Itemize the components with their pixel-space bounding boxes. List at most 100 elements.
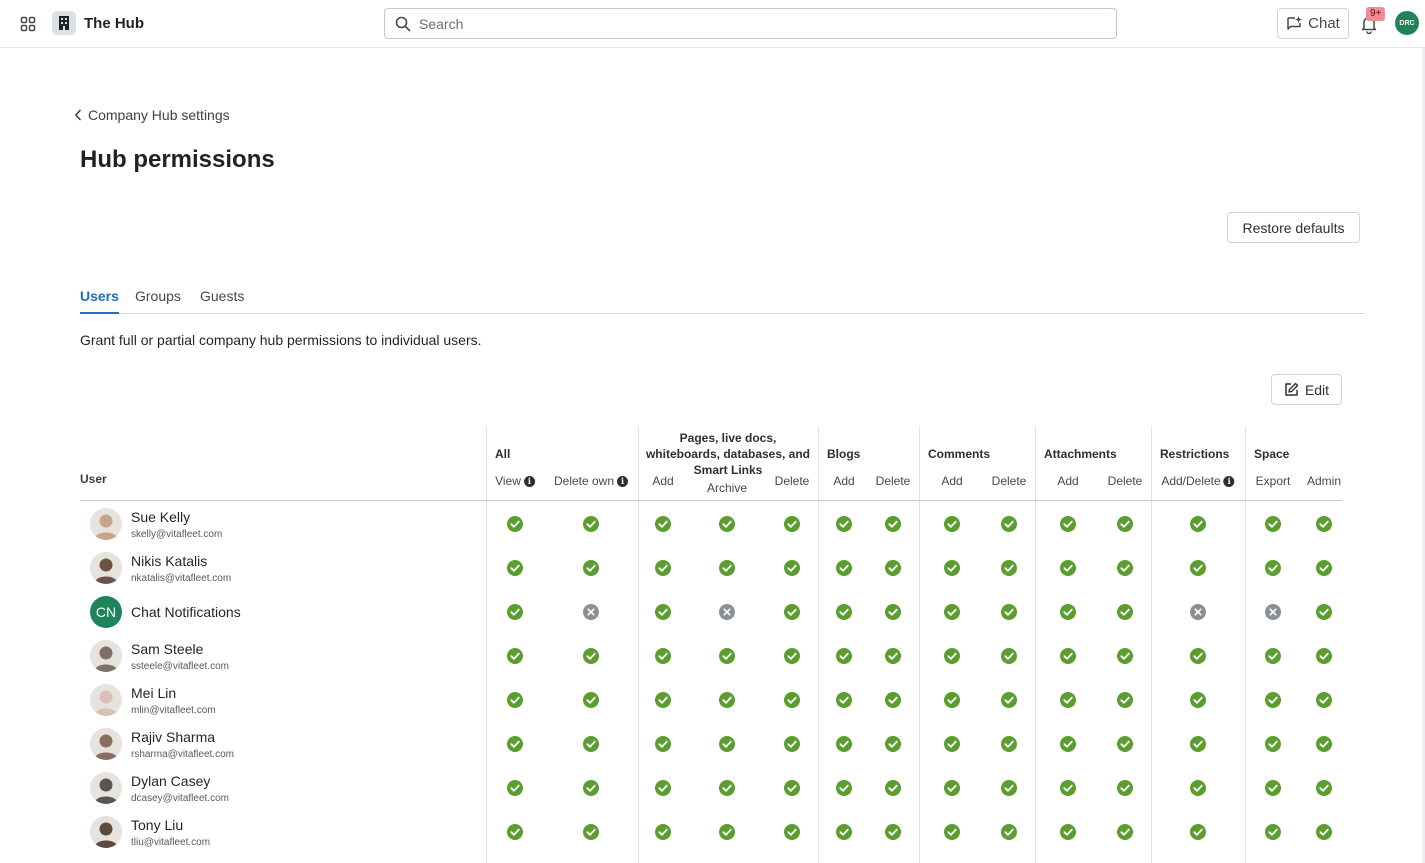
info-icon[interactable]: i	[617, 475, 629, 487]
group-header-space: Space	[1254, 447, 1290, 461]
column-header-pages-add: Add	[652, 474, 673, 488]
column-header-label: View	[495, 474, 521, 488]
check-circle-icon	[719, 824, 735, 840]
check-circle-icon	[1316, 648, 1332, 664]
check-circle-icon	[784, 516, 800, 532]
search-input[interactable]	[419, 15, 1099, 32]
profile-avatar[interactable]: DRC	[1395, 11, 1419, 35]
column-header-label: Add	[652, 474, 674, 488]
column-header-space-export: Export	[1256, 474, 1291, 488]
check-circle-icon	[1001, 604, 1017, 620]
check-circle-icon	[1190, 560, 1206, 576]
check-circle-icon	[507, 692, 523, 708]
tab-groups[interactable]: Groups	[135, 288, 181, 314]
check-circle-icon	[1117, 604, 1133, 620]
check-circle-icon	[1265, 736, 1281, 752]
user-email: mlin@vitafleet.com	[131, 705, 216, 716]
check-circle-icon	[1316, 604, 1332, 620]
user-email: tliu@vitafleet.com	[131, 837, 211, 848]
check-circle-icon	[507, 560, 523, 576]
user-name: Mei Lin	[131, 685, 177, 701]
check-circle-icon	[1001, 648, 1017, 664]
info-icon[interactable]: i	[1223, 475, 1235, 487]
check-circle-icon	[507, 780, 523, 796]
column-header-label: Delete own	[553, 474, 615, 488]
check-circle-icon	[583, 692, 599, 708]
check-circle-icon	[784, 736, 800, 752]
check-circle-icon	[1316, 560, 1332, 576]
check-circle-icon	[1265, 648, 1281, 664]
check-circle-icon	[836, 604, 852, 620]
chat-button[interactable]: Chat	[1277, 8, 1349, 39]
check-circle-icon	[885, 516, 901, 532]
back-to-settings-link[interactable]: Company Hub settings	[74, 107, 230, 123]
check-circle-icon	[1190, 736, 1206, 752]
table-row: Tony Liu tliu@vitafleet.com	[80, 810, 1342, 854]
group-header-all: All	[495, 447, 511, 461]
column-header-label: Archive	[706, 481, 748, 495]
check-circle-icon	[836, 824, 852, 840]
check-circle-icon	[583, 736, 599, 752]
check-circle-icon	[784, 824, 800, 840]
check-circle-icon	[1060, 824, 1076, 840]
brand-home-link[interactable]: The Hub	[52, 11, 144, 35]
check-circle-icon	[784, 560, 800, 576]
check-circle-icon	[719, 560, 735, 576]
column-header-delete-own: Delete own i	[553, 474, 629, 488]
check-circle-icon	[655, 516, 671, 532]
user-photo-avatar	[90, 508, 122, 540]
check-circle-icon	[1316, 736, 1332, 752]
notification-count-badge: 9+	[1366, 7, 1386, 21]
check-circle-icon	[944, 516, 960, 532]
check-circle-icon	[719, 780, 735, 796]
check-circle-icon	[944, 560, 960, 576]
check-circle-icon	[784, 692, 800, 708]
column-header-restrictions-add-delete: Add/Delete i	[1161, 474, 1235, 488]
check-circle-icon	[885, 692, 901, 708]
check-circle-icon	[944, 780, 960, 796]
table-row: Rajiv Sharma rsharma@vitafleet.com	[80, 722, 1342, 766]
check-circle-icon	[655, 780, 671, 796]
chat-compose-icon	[1287, 16, 1303, 30]
user-initials-avatar: CN	[90, 596, 122, 628]
info-icon[interactable]: i	[523, 475, 535, 487]
profile-initials: DRC	[1399, 19, 1415, 27]
tab-guests[interactable]: Guests	[200, 288, 244, 314]
check-circle-icon	[1060, 516, 1076, 532]
user-email: ssteele@vitafleet.com	[131, 661, 229, 672]
check-circle-icon	[583, 648, 599, 664]
check-circle-icon	[507, 824, 523, 840]
check-circle-icon	[719, 648, 735, 664]
user-name: Sue Kelly	[131, 509, 191, 525]
chat-label: Chat	[1308, 15, 1340, 32]
check-circle-icon	[719, 516, 735, 532]
cross-circle-icon	[583, 604, 599, 620]
check-circle-icon	[885, 604, 901, 620]
check-circle-icon	[655, 736, 671, 752]
check-circle-icon	[1060, 560, 1076, 576]
check-circle-icon	[1001, 736, 1017, 752]
edit-permissions-button[interactable]: Edit	[1271, 374, 1342, 405]
group-header-restrictions: Restrictions	[1160, 447, 1230, 461]
check-circle-icon	[1117, 736, 1133, 752]
user-photo-avatar	[90, 772, 122, 804]
check-circle-icon	[1117, 516, 1133, 532]
column-header-label: Add/Delete	[1161, 474, 1221, 488]
column-header-label: Delete	[991, 474, 1027, 488]
brand-name: The Hub	[84, 14, 144, 32]
tab-users[interactable]: Users	[80, 288, 119, 314]
check-circle-icon	[944, 648, 960, 664]
table-row: Nikis Katalis nkatalis@vitafleet.com	[80, 546, 1342, 590]
check-circle-icon	[885, 648, 901, 664]
check-circle-icon	[1265, 780, 1281, 796]
user-email: dcasey@vitafleet.com	[131, 793, 229, 804]
column-header-label: Delete	[875, 474, 911, 488]
user-photo-avatar	[90, 816, 122, 848]
search-box[interactable]	[384, 8, 1117, 39]
user-photo-avatar	[90, 640, 122, 672]
app-switcher-icon[interactable]	[20, 16, 36, 32]
restore-defaults-button[interactable]: Restore defaults	[1227, 212, 1360, 243]
check-circle-icon	[1190, 692, 1206, 708]
search-icon	[395, 16, 411, 31]
check-circle-icon	[1316, 780, 1332, 796]
